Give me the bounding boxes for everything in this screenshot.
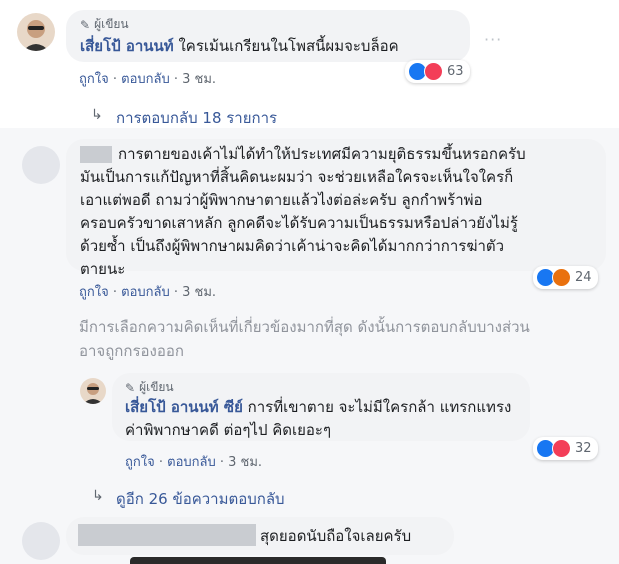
reaction-summary[interactable]: 63: [405, 60, 470, 83]
reaction-count: 24: [575, 270, 592, 285]
comment-text-line-4: ครอบครัวขาดเสาหลัก ลูกคดีจะได้รับความเป็…: [80, 214, 518, 232]
reply-link[interactable]: ตอบกลับ: [121, 72, 170, 87]
reaction-summary[interactable]: 32: [533, 437, 598, 460]
pen-icon: ✎: [80, 17, 91, 32]
comment-text-line-3: เอาแต่พอดี ถามว่าผู้พิพากษาตายแล้วไงต่อล…: [80, 191, 483, 209]
comment-text-line-2: ค่าพิพากษาคดี ต่อๆไป คิดเยอะๆ: [125, 421, 332, 439]
avatar-icon: [83, 383, 103, 404]
comment-text: ใครเม้นเกรียนในโพสนี้ผมจะบล็อค: [178, 37, 399, 55]
timestamp[interactable]: 3 ชม.: [182, 285, 216, 300]
like-link[interactable]: ถูกใจ: [79, 285, 109, 300]
ellipsis-icon[interactable]: ···: [484, 30, 502, 49]
comment-text: สุดยอดนับถือใจเลยครับ: [260, 527, 412, 545]
comment-text-row: เสี่ยโป้ อานนท์ ใครเม้นเกรียนในโพสนี้ผมจ…: [80, 35, 399, 58]
avatar-icon: [23, 20, 49, 51]
commenter-name[interactable]: เสี่ยโป้ อานนท์: [80, 37, 174, 55]
reply-arrow-icon: ↳: [92, 488, 104, 504]
author-badge: ✎ ผู้เขียน: [80, 15, 129, 34]
author-badge: ✎ ผู้เขียน: [125, 378, 174, 397]
redacted-commenter-name: [78, 524, 256, 546]
avatar[interactable]: [17, 13, 55, 51]
reaction-count: 32: [575, 441, 592, 456]
comment-actions: ถูกใจ · ตอบกลับ · 3 ชม.: [79, 285, 217, 300]
timestamp[interactable]: 3 ชม.: [228, 455, 262, 470]
love-reaction-icon: [424, 62, 443, 81]
reply-arrow-icon: ↳: [91, 107, 103, 123]
view-replies-link[interactable]: การตอบกลับ 18 รายการ: [116, 106, 277, 130]
comment-actions: ถูกใจ · ตอบกลับ · 3 ชม.: [125, 455, 263, 470]
avatar[interactable]: [22, 522, 60, 560]
like-link[interactable]: ถูกใจ: [125, 455, 155, 470]
comment-actions: ถูกใจ · ตอบกลับ · 3 ชม.: [79, 72, 217, 87]
timestamp[interactable]: 3 ชม.: [182, 72, 216, 87]
like-link[interactable]: ถูกใจ: [79, 72, 109, 87]
reply-link[interactable]: ตอบกลับ: [167, 455, 216, 470]
avatar[interactable]: [22, 146, 60, 184]
pen-icon: ✎: [125, 380, 136, 395]
filter-notice-line-1: มีการเลือกความคิดเห็นที่เกี่ยวข้องมากที่…: [79, 318, 530, 336]
comment-text-row: เสี่ยโป้ อานนท์ ซีย์ การที่เขาตาย จะไม่ม…: [125, 396, 511, 419]
love-reaction-icon: [552, 439, 571, 458]
comment-text-line-2: มันเป็นการแก้ปัญหาที่สิ้นคิดนะผมว่า จะช่…: [80, 168, 514, 186]
comment-text-line-1: การตายของเค้าไม่ได้ทำให้ประเทศมีความยุติ…: [118, 145, 526, 163]
reply-link[interactable]: ตอบกลับ: [121, 285, 170, 300]
avatar[interactable]: [80, 378, 106, 404]
comment-image[interactable]: [130, 557, 386, 564]
comment-text-line-5: ด้วยซ้ำ เป็นถึงผู้พิพากษาผมคิดว่าเค้าน่า…: [80, 237, 505, 255]
reaction-count: 63: [447, 64, 464, 79]
filter-notice-line-2: อาจถูกกรองออก: [79, 342, 184, 360]
author-badge-label: ผู้เขียน: [94, 17, 129, 31]
comment-text-line-6: ตายนะ: [80, 260, 126, 278]
redacted-commenter-name: [80, 146, 112, 163]
filter-notice: มีการเลือกความคิดเห็นที่เกี่ยวข้องมากที่…: [79, 315, 530, 363]
comment-text: การที่เขาตาย จะไม่มีใครกล้า แทรกแทรง: [247, 398, 512, 416]
commenter-name[interactable]: เสี่ยโป้ อานนท์ ซีย์: [125, 398, 243, 416]
author-badge-label: ผู้เขียน: [139, 380, 174, 394]
reaction-summary[interactable]: 24: [533, 266, 598, 289]
angry-reaction-icon: [552, 268, 571, 287]
view-more-replies-link[interactable]: ดูอีก 26 ข้อความตอบกลับ: [116, 487, 285, 511]
